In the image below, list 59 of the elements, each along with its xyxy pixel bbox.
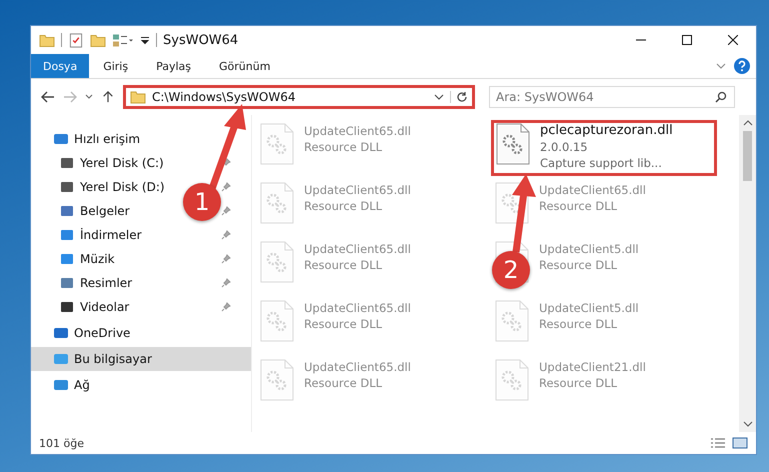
file-description: Resource DLL <box>304 257 384 273</box>
close-icon <box>728 35 738 45</box>
scroll-thumb[interactable] <box>743 131 752 181</box>
large-icons-view-icon[interactable] <box>732 437 748 449</box>
scroll-up-icon[interactable] <box>742 120 752 126</box>
maximize-icon <box>682 35 692 45</box>
sidebar-item[interactable]: Hızlı erişim <box>31 127 251 151</box>
sidebar-item[interactable]: Yerel Disk (C:) <box>59 151 164 175</box>
item-count: 101 öğe <box>39 436 84 450</box>
file-description: Resource DLL <box>304 139 384 155</box>
search-field[interactable]: Ara: SysWOW64 <box>489 86 735 108</box>
dll-file-icon <box>260 300 294 342</box>
expand-ribbon-icon[interactable] <box>716 63 726 69</box>
scrollbar[interactable] <box>739 115 756 432</box>
sidebar-item[interactable]: Videolar <box>59 295 130 319</box>
dll-file-icon <box>495 359 529 401</box>
ribbon-tab[interactable]: Paylaş <box>142 54 205 78</box>
details-view-icon[interactable] <box>710 437 726 449</box>
file-description: Resource DLL <box>304 198 384 214</box>
file-description: Resource DLL <box>304 316 384 332</box>
file-name[interactable]: pclecapturezoran.dll <box>540 123 673 139</box>
file-version: 2.0.0.15 <box>540 139 589 155</box>
refresh-icon[interactable] <box>450 91 468 103</box>
file-description: Capture support lib... <box>540 155 663 171</box>
sidebar-item[interactable]: OneDrive <box>31 321 251 345</box>
file-description: Resource DLL <box>539 198 618 214</box>
sidebar-item[interactable]: Yerel Disk (D:) <box>59 175 165 199</box>
up-icon[interactable] <box>101 91 115 103</box>
window-title: SysWOW64 <box>163 32 238 48</box>
file-description: Resource DLL <box>304 375 384 391</box>
sidebar-item[interactable]: Belgeler <box>59 199 130 223</box>
dll-file-icon <box>260 359 294 401</box>
file-description: Resource DLL <box>539 257 618 273</box>
address-path: C:\Windows\SysWOW64 <box>152 90 296 104</box>
ribbon-tab[interactable]: Dosya <box>31 54 90 78</box>
view-options-icon[interactable] <box>112 32 134 48</box>
back-icon[interactable] <box>41 91 55 103</box>
dll-file-icon <box>260 241 294 283</box>
sidebar-item[interactable]: Bu bilgisayar <box>31 347 251 371</box>
dll-file-icon <box>260 123 294 165</box>
scroll-down-icon[interactable] <box>742 421 752 427</box>
sidebar-item[interactable]: İndirmeler <box>59 223 142 247</box>
selected-file-item[interactable]: pclecapturezoran.dll 2.0.0.15 Capture support lib... <box>491 120 717 176</box>
address-bar[interactable]: C:\Windows\SysWOW64 <box>123 85 475 109</box>
dll-file-icon <box>260 182 294 224</box>
dll-file-icon <box>496 123 530 165</box>
dropdown-icon[interactable] <box>434 94 444 100</box>
ribbon-tab[interactable]: Görünüm <box>205 54 284 78</box>
sidebar-item[interactable]: Resimler <box>59 271 132 295</box>
folder-icon <box>130 90 146 104</box>
sidebar-item[interactable]: Müzik <box>59 247 115 271</box>
file-description: Resource DLL <box>539 375 618 391</box>
help-icon[interactable] <box>734 58 750 74</box>
dll-file-icon <box>495 300 529 342</box>
sidebar-item[interactable]: Ağ <box>31 373 251 397</box>
file-description: Resource DLL <box>539 316 618 332</box>
properties-icon[interactable] <box>68 32 84 48</box>
ribbon-tab[interactable]: Giriş <box>89 54 142 78</box>
search-icon <box>715 91 727 103</box>
